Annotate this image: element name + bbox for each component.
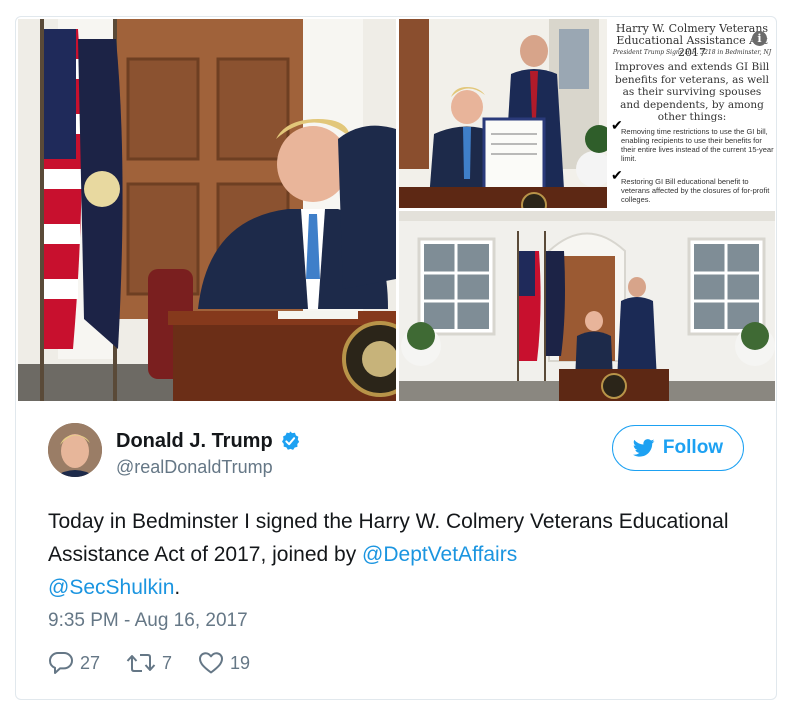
retweet-action[interactable]: 7 <box>126 651 172 675</box>
heart-icon <box>199 652 224 674</box>
infographic-item-text: Removing time restrictions to use the GI… <box>621 127 774 163</box>
avatar[interactable] <box>48 423 102 477</box>
author-handle[interactable]: @realDonaldTrump <box>116 457 273 478</box>
tweet-timestamp[interactable]: 9:35 PM - Aug 16, 2017 <box>48 610 248 632</box>
like-action[interactable]: 19 <box>198 651 250 675</box>
infographic-subtitle: President Trump Signs H.R. 3218 in Bedmi… <box>612 49 772 56</box>
tweet-actions: 27 7 19 <box>48 651 276 675</box>
infographic-panel[interactable]: Harry W. Colmery Veterans Educational As… <box>609 19 775 208</box>
author-name[interactable]: Donald J. Trump <box>116 430 273 453</box>
infographic-item-text: Restoring GI Bill educational benefit to… <box>621 177 770 204</box>
check-icon: ✔ <box>611 117 623 133</box>
reply-icon <box>49 652 73 674</box>
infographic-lead: Improves and extends GI Bill benefits fo… <box>614 61 770 123</box>
verified-badge-icon <box>281 431 299 450</box>
tweet-text-end: . <box>174 576 181 599</box>
mention-secshulkin[interactable]: @SecShulkin <box>48 576 174 599</box>
photo-exterior[interactable] <box>399 211 775 401</box>
photo-signing-desk[interactable] <box>18 19 396 401</box>
author-name-row[interactable]: Donald J. Trump <box>116 427 301 455</box>
retweet-count: 7 <box>162 652 173 673</box>
follow-button-label: Follow <box>662 437 724 458</box>
reply-action[interactable]: 27 <box>48 651 100 675</box>
photo-holding-bill[interactable] <box>399 19 607 208</box>
avatar-image <box>48 423 102 477</box>
follow-button[interactable]: Follow <box>612 425 744 471</box>
info-icon[interactable]: i <box>752 31 767 46</box>
twitter-bird-icon <box>632 439 655 457</box>
infographic-item-1: ✔ Removing time restrictions to use the … <box>609 118 775 163</box>
photo-holding-bill-illustration <box>399 19 607 208</box>
photo-exterior-illustration <box>399 211 775 401</box>
tweet-text: Today in Bedminster I signed the Harry W… <box>48 505 748 604</box>
check-icon: ✔ <box>611 167 623 183</box>
media-grid[interactable]: Harry W. Colmery Veterans Educational As… <box>18 19 775 401</box>
like-count: 19 <box>230 652 251 673</box>
retweet-icon <box>126 654 156 672</box>
photo-signing-illustration <box>18 19 396 401</box>
tweet-card[interactable]: Harry W. Colmery Veterans Educational As… <box>15 16 777 700</box>
mention-deptvetaffairs[interactable]: @DeptVetAffairs <box>362 543 517 566</box>
reply-count: 27 <box>80 652 101 673</box>
infographic-item-2: ✔ Restoring GI Bill educational benefit … <box>609 168 775 204</box>
